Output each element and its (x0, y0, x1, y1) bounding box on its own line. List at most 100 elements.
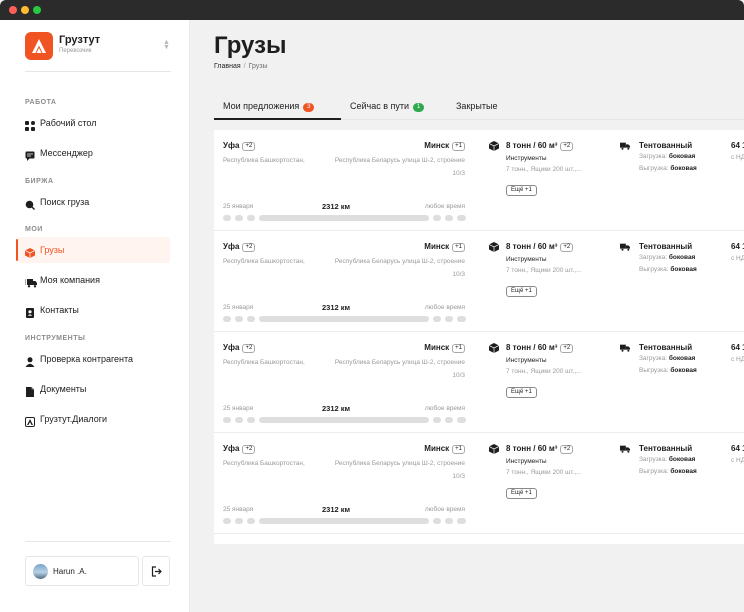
load-time: любое время (424, 405, 465, 412)
sidebar-item-label: Грузтут.Диалоги (40, 414, 108, 424)
cargo-summary: 8 тонн / 60 м³ +2 (506, 242, 574, 252)
maximize-window-button[interactable] (33, 6, 41, 14)
route-to: Минск +1 (424, 242, 465, 252)
route-from-address: Республика Башкортостан, (223, 359, 305, 366)
tab-my-offers[interactable]: Мои предложения 3 (223, 101, 315, 112)
load-time: любое время (424, 304, 465, 311)
cargo-icon (489, 444, 499, 454)
unloading-type: Выгрузка: боковая (639, 165, 697, 172)
tab-in-transit[interactable]: Сейчас в пути 1 (350, 101, 425, 112)
active-tab-indicator (214, 118, 341, 120)
extra-cargo-pill[interactable]: +2 (560, 142, 574, 151)
price: 64 1 (731, 343, 744, 352)
extra-cargo-pill[interactable]: +2 (560, 344, 574, 353)
sidebar-item[interactable]: Контакты (18, 297, 170, 323)
tab-closed[interactable]: Закрытые (456, 101, 497, 111)
breadcrumb-home[interactable]: Главная (214, 63, 241, 70)
extra-points-pill[interactable]: +1 (452, 243, 465, 252)
logo-icon (25, 32, 53, 60)
cargo-details: 7 тонн., Ящики 200 шт.,... (506, 469, 582, 476)
offer-card[interactable]: Уфа +2 Республика Башкортостан, Минск +1 Р… (214, 231, 744, 332)
price-tax: с НД (731, 154, 744, 161)
truck-icon (620, 142, 630, 150)
price: 64 1 (731, 141, 744, 150)
breadcrumb: Главная / Грузы (214, 63, 268, 70)
extra-points-pill[interactable]: +2 (242, 445, 256, 454)
company-switcher[interactable]: Грузтут Перевозчик ▲ ▼ (25, 32, 171, 60)
sidebar-item[interactable]: Рабочий стол (18, 110, 170, 136)
offer-card[interactable]: Уфа +2 Республика Башкортостан, Минск +1 Р… (214, 433, 744, 534)
route-to: Минск +1 (424, 141, 465, 151)
unloading-type: Выгрузка: боковая (639, 266, 697, 273)
sidebar-item-label: Документы (40, 384, 87, 394)
search-icon (25, 197, 35, 210)
cargo-details: 7 тонн., Ящики 200 шт.,... (506, 267, 582, 274)
sidebar-item[interactable]: Моя компания (18, 267, 170, 293)
price-tax: с НД (731, 356, 744, 363)
extra-points-pill[interactable]: +2 (242, 142, 256, 151)
dashboard-icon (25, 118, 35, 131)
logout-button[interactable] (142, 556, 170, 586)
route-from-address: Республика Башкортостан, (223, 460, 305, 467)
section-label: БИРЖА (25, 178, 54, 185)
sidebar-item-label: Контакты (40, 305, 79, 315)
price-tax: с НД (731, 255, 744, 262)
loading-type: Загрузка: боковая (639, 254, 696, 261)
sidebar-item-label: Рабочий стол (40, 118, 97, 128)
tab-badge: 3 (303, 103, 315, 112)
offer-card[interactable]: Уфа +2 Республика Башкортостан, Минск +1 Р… (214, 130, 744, 231)
loading-type: Загрузка: боковая (639, 355, 696, 362)
body-type: Тентованный (639, 141, 693, 150)
sidebar-item[interactable]: Грузы (16, 237, 170, 263)
extra-cargo-pill[interactable]: +2 (560, 445, 574, 454)
sidebar-item[interactable]: Грузтут.Диалоги (18, 406, 170, 432)
sidebar-item-label: Моя компания (40, 275, 100, 285)
more-button[interactable]: Ещё +1 (506, 387, 537, 398)
route-from: Уфа +2 (223, 141, 256, 151)
section-label: МОИ (25, 226, 43, 233)
loading-type: Загрузка: боковая (639, 153, 696, 160)
extra-points-pill[interactable]: +2 (242, 344, 256, 353)
tab-label: Сейчас в пути (350, 101, 410, 111)
tabs: Мои предложения 3 Сейчас в пути 1 Закрытые (214, 96, 744, 120)
body-type: Тентованный (639, 444, 693, 453)
extra-points-pill[interactable]: +2 (242, 243, 256, 252)
breadcrumb-current: Грузы (248, 63, 268, 70)
body-type: Тентованный (639, 343, 693, 352)
section-label: ИНСТРУМЕНТЫ (25, 335, 86, 342)
divider (25, 71, 171, 72)
cargo-summary: 8 тонн / 60 м³ +2 (506, 343, 574, 353)
close-window-button[interactable] (9, 6, 17, 14)
sidebar-item-label: Проверка контрагента (40, 354, 134, 364)
route-to-address: Республика Беларусь улица Ш-2, строение … (334, 359, 465, 379)
extra-cargo-pill[interactable]: +2 (560, 243, 574, 252)
offers-list: Уфа +2 Республика Башкортостан, Минск +1 Р… (214, 130, 744, 544)
route-from-address: Республика Башкортостан, (223, 157, 305, 164)
minimize-window-button[interactable] (21, 6, 29, 14)
sidebar-item[interactable]: Проверка контрагента (18, 346, 170, 372)
route-progress-track (223, 215, 466, 221)
more-button[interactable]: Ещё +1 (506, 488, 537, 499)
cargo-type: Инструменты (506, 155, 547, 162)
contacts-icon (25, 305, 35, 318)
more-button[interactable]: Ещё +1 (506, 185, 537, 196)
sidebar-item[interactable]: Мессенджер (18, 140, 170, 166)
route-distance: 2312 км (322, 303, 351, 312)
load-time: любое время (424, 203, 465, 210)
cargo-type: Инструменты (506, 256, 547, 263)
extra-points-pill[interactable]: +1 (452, 344, 465, 353)
unloading-type: Выгрузка: боковая (639, 468, 697, 475)
extra-points-pill[interactable]: +1 (452, 142, 465, 151)
user-profile[interactable]: Harun .A. (25, 556, 139, 586)
more-button[interactable]: Ещё +1 (506, 286, 537, 297)
extra-points-pill[interactable]: +1 (452, 445, 465, 454)
route-to: Минск +1 (424, 444, 465, 454)
offer-card[interactable]: Уфа +2 Республика Башкортостан, Минск +1 Р… (214, 332, 744, 433)
sidebar-item[interactable]: Документы (18, 376, 170, 402)
sidebar-item[interactable]: Поиск груза (18, 189, 170, 215)
route-distance: 2312 км (322, 202, 351, 211)
route-progress-track (223, 316, 466, 322)
cargo-icon (489, 242, 499, 252)
brand-name: Грузтут (59, 34, 101, 46)
section-label: РАБОТА (25, 99, 57, 106)
